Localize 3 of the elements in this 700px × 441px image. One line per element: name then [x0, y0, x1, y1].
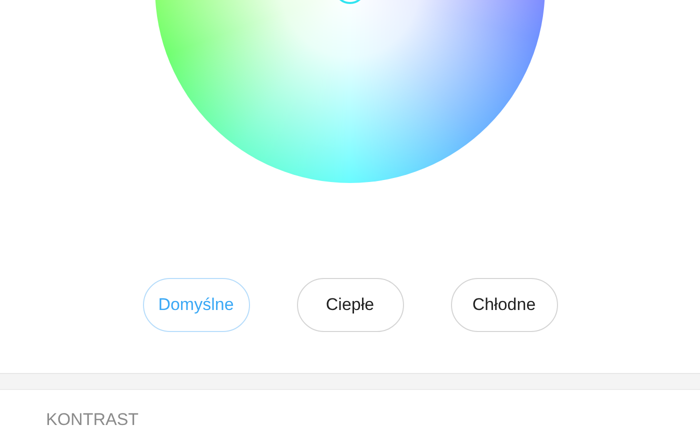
- preset-button[interactable]: Ciepłe: [296, 278, 404, 332]
- section-header: KONTRAST: [46, 410, 139, 429]
- preset-button[interactable]: Chłodne: [450, 278, 558, 332]
